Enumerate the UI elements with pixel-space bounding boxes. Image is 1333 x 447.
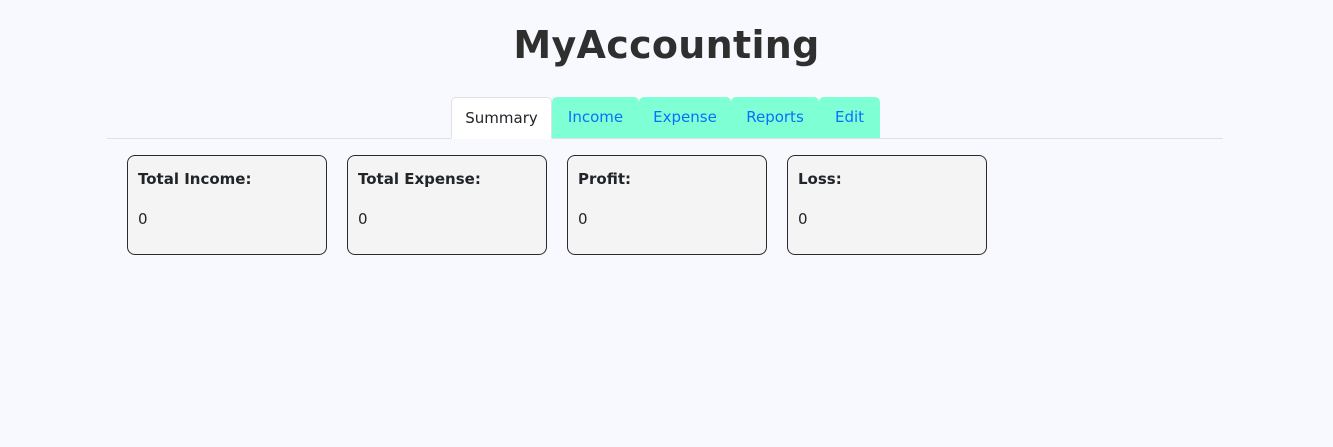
loss-label: Loss: [798, 170, 842, 188]
tab-bar: Summary Income Expense Reports Edit [107, 97, 1223, 139]
tab-expense[interactable]: Expense [639, 97, 731, 138]
loss-value: 0 [798, 210, 808, 228]
tab-edit[interactable]: Edit [819, 97, 880, 138]
total-expense-label: Total Expense: [358, 170, 481, 188]
total-income-card: Total Income: 0 [127, 155, 327, 255]
app-title: MyAccounting [513, 23, 820, 67]
total-income-label: Total Income: [138, 170, 252, 188]
total-expense-card: Total Expense: 0 [347, 155, 547, 255]
profit-card: Profit: 0 [567, 155, 767, 255]
profit-value: 0 [578, 210, 588, 228]
total-income-value: 0 [138, 210, 148, 228]
loss-card: Loss: 0 [787, 155, 987, 255]
tab-list: Summary Income Expense Reports Edit [451, 97, 880, 139]
tab-summary[interactable]: Summary [451, 97, 552, 139]
profit-label: Profit: [578, 170, 631, 188]
summary-cards: Total Income: 0 Total Expense: 0 Profit:… [127, 155, 987, 255]
tab-income[interactable]: Income [552, 97, 639, 138]
total-expense-value: 0 [358, 210, 368, 228]
tab-reports[interactable]: Reports [731, 97, 819, 138]
